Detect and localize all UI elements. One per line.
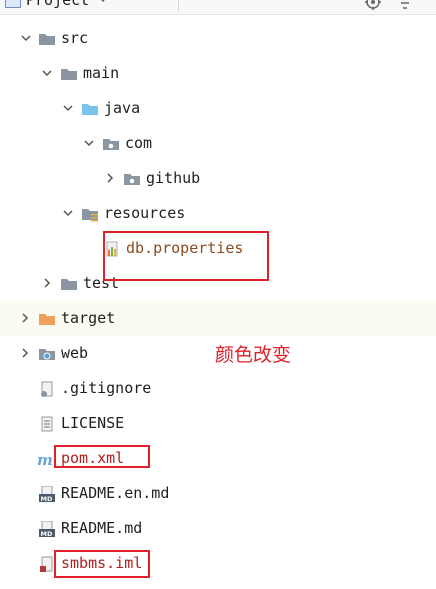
tree-item-src[interactable]: src xyxy=(0,21,436,56)
web-folder-icon xyxy=(39,349,55,360)
folder-icon xyxy=(61,69,77,80)
tree-item-readme-en-md[interactable]: MD README.en.md xyxy=(0,476,436,511)
project-icon xyxy=(5,0,21,8)
gitignore-file-icon xyxy=(41,381,53,397)
tree-item-label: com xyxy=(125,134,153,152)
chevron-down-icon[interactable] xyxy=(62,102,74,114)
chevron-right-icon[interactable] xyxy=(41,277,53,289)
collapse-all-icon[interactable] xyxy=(396,0,414,10)
project-panel-header: Project xyxy=(0,0,436,15)
package-icon xyxy=(103,139,119,150)
tree-item-gitignore[interactable]: .gitignore xyxy=(0,371,436,406)
resources-folder-icon xyxy=(82,209,98,222)
panel-title[interactable]: Project xyxy=(26,0,89,9)
tree-item-label: web xyxy=(61,344,89,362)
annotation-text: 颜色改变 xyxy=(215,344,292,366)
locate-icon[interactable] xyxy=(364,0,382,10)
svg-text:MD: MD xyxy=(41,495,53,502)
chevron-right-icon[interactable] xyxy=(19,347,31,359)
toolbar-divider xyxy=(178,0,179,12)
tree-item-label: README.en.md xyxy=(61,484,170,502)
tree-item-label: README.md xyxy=(61,519,143,537)
tree-item-label: target xyxy=(61,309,116,327)
tree-item-readme-md[interactable]: MD README.md xyxy=(0,511,436,546)
tree-item-label: .gitignore xyxy=(61,379,152,397)
tree-item-label: github xyxy=(146,169,201,187)
svg-text:MD: MD xyxy=(41,530,53,537)
tree-item-resources[interactable]: resources xyxy=(0,196,436,231)
folder-icon xyxy=(39,34,55,45)
tree-item-label: LICENSE xyxy=(61,414,125,432)
tree-item-java[interactable]: java xyxy=(0,91,436,126)
highlight-box-smbms-iml xyxy=(54,550,150,578)
chevron-down-icon[interactable] xyxy=(98,0,108,2)
chevron-down-icon[interactable] xyxy=(62,207,74,219)
tree-item-label: resources xyxy=(104,204,186,222)
markdown-file-icon: MD xyxy=(39,486,55,502)
chevron-right-icon[interactable] xyxy=(19,312,31,324)
tree-item-github[interactable]: github xyxy=(0,161,436,196)
chevron-right-icon[interactable] xyxy=(104,172,116,184)
tree-item-main[interactable]: main xyxy=(0,56,436,91)
source-folder-icon xyxy=(82,104,98,115)
markdown-file-icon: MD xyxy=(39,521,55,537)
excluded-folder-icon xyxy=(39,314,55,325)
highlight-box-pom-xml xyxy=(54,445,150,468)
text-file-icon xyxy=(41,416,53,432)
package-icon xyxy=(124,174,140,185)
maven-file-icon: m xyxy=(37,451,53,467)
tree-item-license[interactable]: LICENSE xyxy=(0,406,436,441)
chevron-down-icon[interactable] xyxy=(83,137,95,149)
tree-item-label: main xyxy=(83,64,120,82)
tree-item-com[interactable]: com xyxy=(0,126,436,161)
folder-icon xyxy=(61,279,77,290)
tree-item-target[interactable]: target xyxy=(0,301,436,336)
chevron-down-icon[interactable] xyxy=(41,67,53,79)
chevron-down-icon[interactable] xyxy=(20,32,32,44)
tree-item-label: java xyxy=(104,99,141,117)
tree-item-label: src xyxy=(61,29,89,47)
highlight-box-db-properties xyxy=(103,231,269,281)
svg-text:m: m xyxy=(37,451,53,467)
